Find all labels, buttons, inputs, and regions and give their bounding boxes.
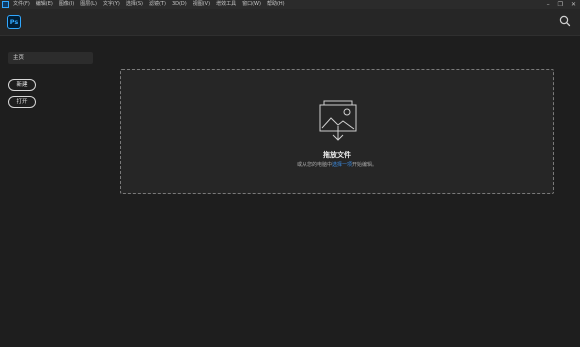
menu-select[interactable]: 选择(S) [126,0,143,9]
menu-plugins[interactable]: 增效工具 [216,0,236,9]
select-file-link[interactable]: 选择一项 [332,162,352,168]
drop-title: 拖放文件 [323,151,351,159]
menu-type[interactable]: 文字(Y) [103,0,120,9]
menu-image[interactable]: 图像(I) [59,0,74,9]
menu-filter[interactable]: 滤镜(T) [149,0,166,9]
image-drop-icon [319,100,357,141]
drop-subtitle-prefix: 或从您的电脑中 [296,162,332,168]
menu-help[interactable]: 帮助(H) [267,0,285,9]
minimize-button[interactable]: – [547,0,550,9]
open-button[interactable]: 打开 [8,96,36,108]
new-button[interactable]: 新建 [8,79,36,91]
menu-file[interactable]: 文件(F) [13,0,30,9]
restore-button[interactable]: ❐ [558,0,563,9]
sidebar-item-home[interactable]: 主页 [8,52,93,64]
close-button[interactable]: ✕ [571,0,576,9]
photoshop-logo[interactable]: Ps [7,15,21,29]
app-header: Ps [0,9,580,36]
menu-edit[interactable]: 编辑(E) [36,0,53,9]
file-drop-zone[interactable]: 拖放文件 或从您的电脑中选择一项开始编辑。 [120,69,554,194]
menu-window[interactable]: 窗口(W) [242,0,261,9]
menu-bar: 文件(F) 编辑(E) 图像(I) 图层(L) 文字(Y) 选择(S) 滤镜(T… [0,0,580,9]
menu-view[interactable]: 视图(V) [193,0,210,9]
menu-layer[interactable]: 图层(L) [80,0,97,9]
sidebar: 主页 新建 打开 [0,36,104,347]
drop-subtitle: 或从您的电脑中选择一项开始编辑。 [121,161,553,168]
app-menu-icon[interactable] [2,1,9,8]
drop-subtitle-suffix: 开始编辑。 [352,162,378,168]
search-icon[interactable] [558,14,572,28]
window-controls: – ❐ ✕ [539,0,576,9]
menu-3d[interactable]: 3D(D) [172,0,187,9]
